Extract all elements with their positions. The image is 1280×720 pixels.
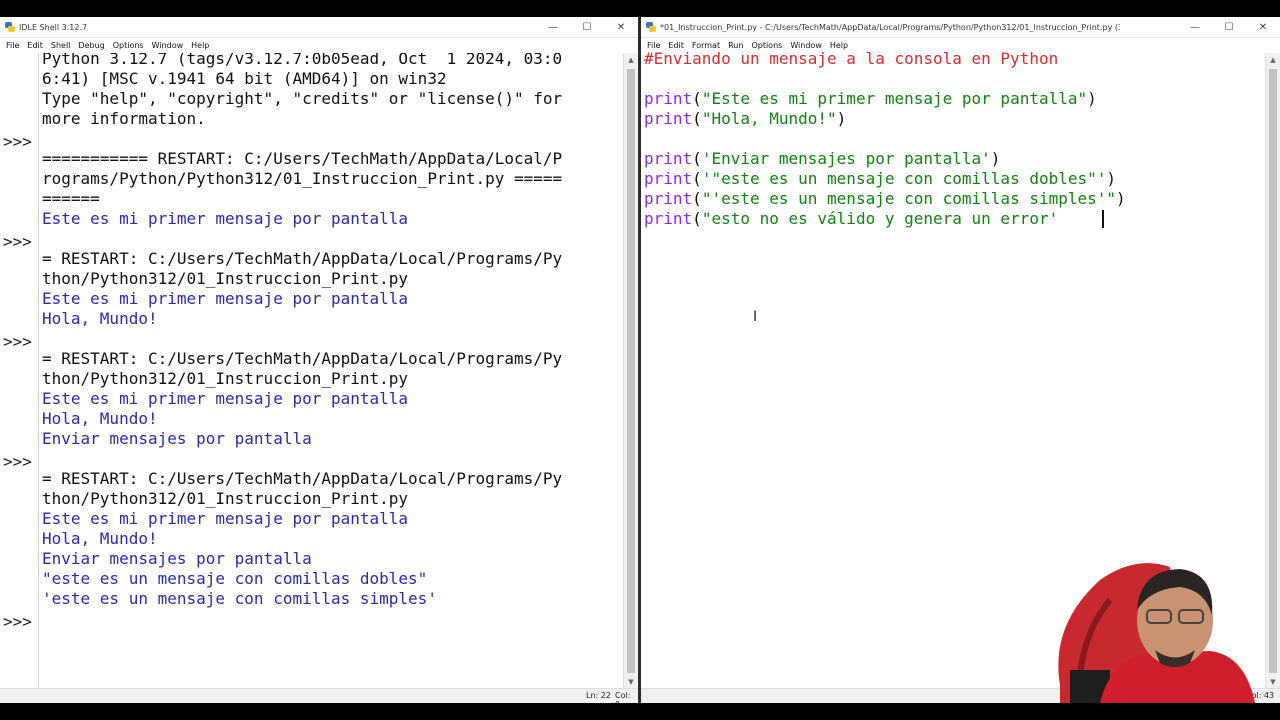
shell-title-bar[interactable]: IDLE Shell 3.12.7 — ☐ ✕ [0, 17, 638, 38]
column-number: Col: 0 [615, 691, 631, 703]
menu-shell[interactable]: Shell [47, 41, 75, 50]
shell-menu-bar: File Edit Shell Debug Options Window Hel… [0, 38, 638, 52]
shell-output-line: Enviar mensajes por pantalla [42, 429, 312, 448]
shell-line: = RESTART: C:/Users/TechMath/AppData/Loc… [42, 349, 563, 368]
minimize-icon[interactable]: — [536, 17, 570, 37]
shell-output-line: Este es mi primer mensaje por pantalla [42, 389, 409, 408]
shell-line: 6:41) [MSC v.1941 64 bit (AMD64)] on win… [42, 69, 447, 88]
paren: ( [692, 189, 702, 208]
maximize-icon[interactable]: ☐ [1212, 17, 1246, 37]
string-literal: "Este es mi primer mensaje por pantalla" [701, 89, 1088, 108]
shell-output-line: Hola, Mundo! [42, 309, 158, 328]
shell-line: thon/Python312/01_Instruccion_Print.py [42, 369, 409, 388]
shell-output-line: Este es mi primer mensaje por pantalla [42, 509, 409, 528]
shell-line: Python 3.12.7 (tags/v3.12.7:0b05ead, Oct… [42, 53, 563, 68]
shell-prompt: >>> [3, 452, 32, 471]
code-line: print("Este es mi primer mensaje por pan… [644, 89, 1097, 109]
prompt-gutter: >>> >>> >>> >>> >>> [0, 53, 39, 689]
shell-scrollbar[interactable]: ▲ ▼ [623, 53, 638, 689]
keyword-print: print [644, 189, 693, 208]
shell-prompt: >>> [3, 332, 32, 351]
string-literal: "'este es un mensaje con comillas simple… [701, 189, 1117, 208]
shell-output-line: 'este es un mensaje con comillas simples… [42, 589, 437, 608]
close-icon[interactable]: ✕ [1246, 17, 1280, 37]
shell-output-line: Hola, Mundo! [42, 409, 158, 428]
paren: ) [1106, 169, 1117, 188]
shell-output-line: Enviar mensajes por pantalla [42, 549, 312, 568]
shell-prompt: >>> [3, 612, 32, 631]
line-number: Ln: 22 [586, 691, 611, 700]
paren: ) [1116, 189, 1126, 208]
code-line: print("'este es un mensaje con comillas … [644, 189, 1126, 209]
paren: ( [692, 89, 702, 108]
minimize-icon[interactable]: — [1178, 17, 1212, 37]
paren: ) [836, 109, 847, 128]
shell-line: Type "help", "copyright", "credits" or "… [42, 89, 563, 108]
python-icon [5, 22, 15, 32]
string-literal: '"este es un mensaje con comillas dobles… [701, 169, 1107, 188]
paren: ) [1087, 89, 1097, 108]
shell-line: thon/Python312/01_Instruccion_Print.py [42, 489, 409, 508]
menu-window[interactable]: Window [148, 41, 188, 50]
string-literal: 'Enviar mensajes por pantalla' [701, 149, 991, 168]
close-icon[interactable]: ✕ [604, 17, 638, 37]
paren: ( [692, 209, 702, 228]
code-line: print("esto no es válido y genera un err… [644, 209, 1058, 229]
paren: ( [692, 109, 702, 128]
menu-options[interactable]: Options [109, 41, 148, 50]
shell-line: = RESTART: C:/Users/TechMath/AppData/Loc… [42, 469, 563, 488]
idle-shell-window: IDLE Shell 3.12.7 — ☐ ✕ File Edit Shell … [0, 17, 638, 703]
presenter-image [1058, 563, 1255, 703]
menu-file[interactable]: File [2, 41, 23, 50]
webcam-overlay [1040, 545, 1280, 703]
maximize-icon[interactable]: ☐ [570, 17, 604, 37]
scroll-down-icon[interactable]: ▼ [624, 675, 638, 689]
shell-line: = RESTART: C:/Users/TechMath/AppData/Loc… [42, 249, 563, 268]
code-line: print('"este es un mensaje con comillas … [644, 169, 1116, 189]
shell-prompt: >>> [3, 232, 32, 251]
mouse-ibeam-cursor: I [753, 309, 758, 325]
shell-output-line: "este es un mensaje con comillas dobles" [42, 569, 428, 588]
keyword-print: print [644, 149, 693, 168]
text-cursor [1102, 210, 1104, 228]
shell-output: Python 3.12.7 (tags/v3.12.7:0b05ead, Oct… [42, 53, 622, 689]
menu-edit[interactable]: Edit [23, 41, 47, 50]
shell-line: ====== [42, 189, 100, 208]
shell-line: thon/Python312/01_Instruccion_Print.py [42, 269, 409, 288]
editor-title: *01_Instruccion_Print.py - C:/Users/Tech… [660, 22, 1120, 32]
menu-help[interactable]: Help [187, 41, 213, 50]
shell-status-bar: Ln: 22 Col: 0 [0, 688, 638, 703]
keyword-print: print [644, 169, 693, 188]
shell-line: more information. [42, 109, 206, 128]
shell-text-area[interactable]: >>> >>> >>> >>> >>> Python 3.12.7 (tags/… [0, 53, 638, 689]
shell-output-line: Este es mi primer mensaje por pantalla [42, 209, 409, 228]
scroll-up-icon[interactable]: ▲ [624, 53, 638, 67]
python-icon [646, 22, 656, 32]
editor-title-bar[interactable]: *01_Instruccion_Print.py - C:/Users/Tech… [641, 17, 1280, 38]
shell-line: rograms/Python/Python312/01_Instruccion_… [42, 169, 563, 188]
code-line: print('Enviar mensajes por pantalla') [644, 149, 1000, 169]
shell-title: IDLE Shell 3.12.7 [19, 22, 88, 32]
keyword-print: print [644, 109, 693, 128]
keyword-print: print [644, 209, 693, 228]
menu-debug[interactable]: Debug [74, 41, 108, 50]
keyword-print: print [644, 89, 693, 108]
paren: ) [990, 149, 1001, 168]
string-literal: "esto no es válido y genera un error' [701, 209, 1059, 228]
shell-prompt: >>> [3, 132, 32, 151]
paren: ( [692, 169, 702, 188]
shell-line: =========== RESTART: C:/Users/TechMath/A… [42, 149, 563, 168]
shell-output-line: Este es mi primer mensaje por pantalla [42, 289, 409, 308]
code-line: print("Hola, Mundo!") [644, 109, 846, 129]
string-literal: "Hola, Mundo!" [701, 109, 837, 128]
scroll-thumb[interactable] [627, 69, 635, 673]
code-comment: #Enviando un mensaje a la consola en Pyt… [644, 49, 1059, 68]
paren: ( [692, 149, 702, 168]
scroll-up-icon[interactable]: ▲ [1266, 53, 1280, 67]
shell-output-line: Hola, Mundo! [42, 529, 158, 548]
